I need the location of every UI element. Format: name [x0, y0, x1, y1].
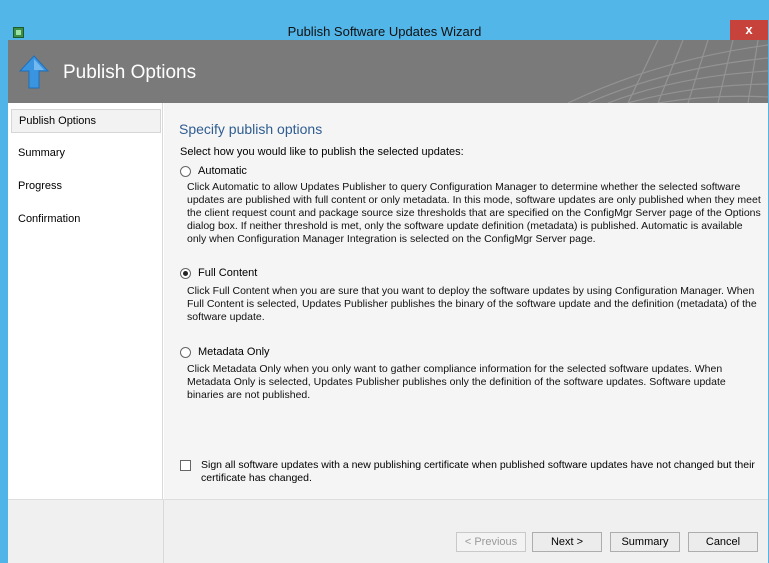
banner-title: Publish Options [63, 62, 197, 83]
next-button[interactable]: Next > [532, 532, 602, 552]
radio-full-content[interactable] [180, 268, 191, 279]
option-label[interactable]: Metadata Only [198, 346, 270, 358]
cancel-button[interactable]: Cancel [688, 532, 758, 552]
up-arrow-icon [19, 55, 49, 89]
radio-automatic[interactable] [180, 166, 191, 177]
option-label[interactable]: Full Content [198, 267, 257, 279]
summary-button[interactable]: Summary [610, 532, 680, 552]
previous-button[interactable]: < Previous [456, 532, 526, 552]
wizard-nav: Publish Options Summary Progress Confirm… [8, 103, 163, 563]
radio-metadata-only[interactable] [180, 347, 191, 358]
footer-divider [163, 500, 164, 563]
sign-certificate-label[interactable]: Sign all software updates with a new pub… [201, 459, 769, 485]
option-metadata-only-description: Click Metadata Only when you only want t… [187, 363, 726, 401]
sign-certificate-checkbox[interactable] [180, 460, 191, 471]
window-title: Publish Software Updates Wizard [287, 24, 482, 39]
instruction-text: Select how you would like to publish the… [180, 146, 464, 158]
banner-decoration [567, 40, 768, 103]
nav-item-publish-options[interactable]: Publish Options [11, 109, 161, 133]
option-full-content-description: Click Full Content when you are sure tha… [187, 285, 757, 323]
options-panel: Specify publish options Select how you w… [164, 103, 768, 499]
wizard-footer: < Previous Next > Summary Cancel [8, 499, 768, 563]
title-bar[interactable]: Publish Software Updates Wizard x [0, 0, 769, 40]
option-automatic-description: Click Automatic to allow Updates Publish… [187, 181, 761, 245]
section-title: Specify publish options [179, 121, 323, 137]
wizard-client-area: Publish Options Publish Options Summary … [8, 40, 768, 563]
header-banner: Publish Options [8, 40, 768, 103]
nav-item-summary[interactable]: Summary [11, 141, 161, 165]
close-button[interactable]: x [730, 20, 768, 40]
option-label[interactable]: Automatic [198, 165, 247, 177]
nav-item-confirmation[interactable]: Confirmation [11, 207, 161, 231]
wizard-window: Publish Software Updates Wizard x Publis… [0, 0, 769, 563]
nav-item-progress[interactable]: Progress [11, 174, 161, 198]
